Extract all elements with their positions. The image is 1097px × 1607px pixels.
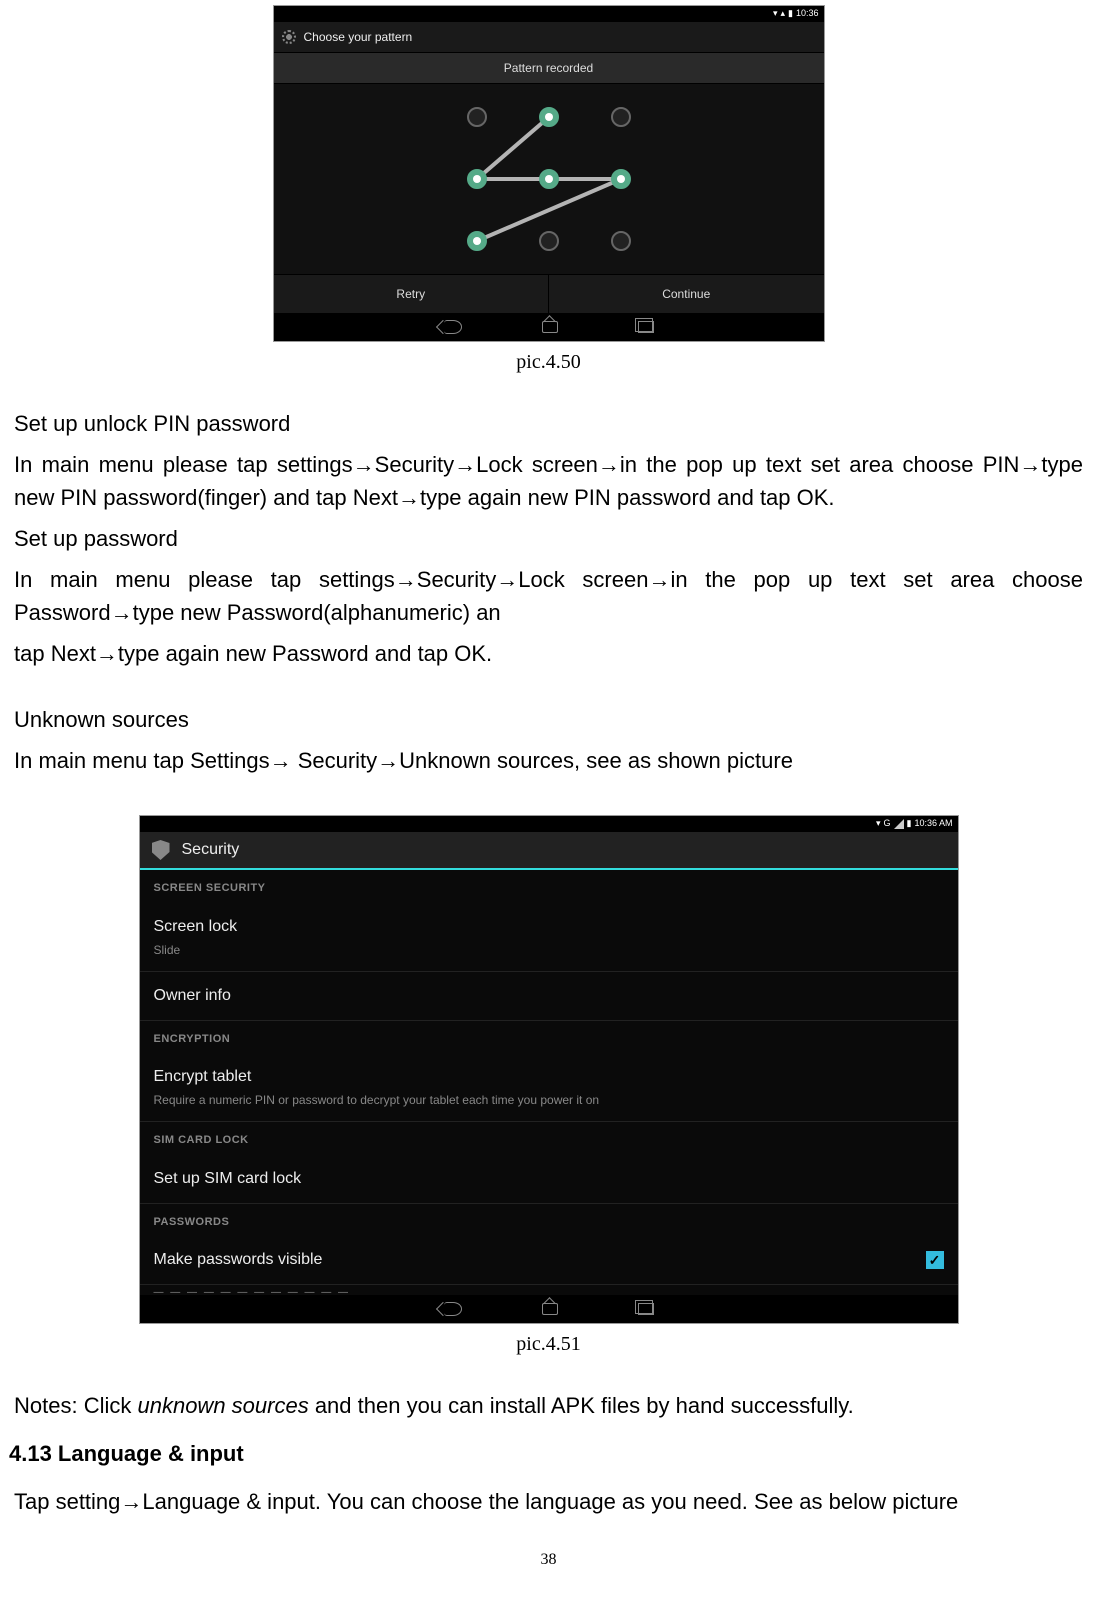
- pattern-lock-screenshot: ▾ ▴ ▮ 10:36 Choose your pattern Pattern …: [273, 5, 825, 342]
- status-time: 10:36: [796, 7, 819, 21]
- pattern-dot[interactable]: [467, 169, 487, 189]
- category-sim-lock: SIM CARD LOCK: [140, 1122, 958, 1155]
- figure-caption: pic.4.50: [14, 347, 1083, 377]
- item-title: Owner info: [154, 984, 944, 1008]
- toast-message: Pattern recorded: [274, 52, 824, 84]
- item-title: Encrypt tablet: [154, 1065, 944, 1089]
- item-subtitle: Slide: [154, 941, 944, 959]
- body-text: In main menu tap Settings→ Security→Unkn…: [14, 744, 1083, 777]
- pattern-dot[interactable]: [467, 231, 487, 251]
- status-time: 10:36 AM: [914, 817, 952, 831]
- wifi-icon: ▾: [876, 817, 881, 831]
- signal-icon: ▴: [780, 7, 785, 21]
- item-subtitle: Require a numeric PIN or password to dec…: [154, 1091, 944, 1109]
- body-text: In main menu please tap settings→Securit…: [14, 563, 1083, 629]
- gear-icon: [282, 30, 296, 44]
- signal-label: G: [884, 817, 891, 831]
- pattern-dot[interactable]: [611, 169, 631, 189]
- title-text: Choose your pattern: [304, 28, 413, 46]
- back-icon[interactable]: [444, 320, 462, 334]
- continue-button[interactable]: Continue: [549, 275, 824, 313]
- category-passwords: PASSWORDS: [140, 1204, 958, 1237]
- body-text: Tap setting→Language & input. You can ch…: [14, 1485, 1083, 1518]
- recent-apps-icon[interactable]: [638, 321, 654, 333]
- shield-icon: [152, 840, 170, 860]
- owner-info-item[interactable]: Owner info: [140, 972, 958, 1021]
- battery-icon: ▮: [788, 7, 793, 21]
- recent-apps-icon[interactable]: [638, 1303, 654, 1315]
- item-title: Make passwords visible: [154, 1248, 323, 1272]
- retry-button[interactable]: Retry: [274, 275, 550, 313]
- notes-text: Notes: Click unknown sources and then yo…: [14, 1389, 1083, 1422]
- passwords-visible-item[interactable]: Make passwords visible ✓: [140, 1236, 958, 1285]
- subheading-pin: Set up unlock PIN password: [14, 407, 1083, 440]
- pattern-dot[interactable]: [611, 107, 631, 127]
- pattern-dot[interactable]: [539, 107, 559, 127]
- home-icon[interactable]: [542, 1303, 558, 1315]
- subheading-password: Set up password: [14, 522, 1083, 555]
- subheading-unknown: Unknown sources: [14, 703, 1083, 736]
- category-screen-security: SCREEN SECURITY: [140, 870, 958, 903]
- status-bar: ▾ ▴ ▮ 10:36: [274, 6, 824, 22]
- pattern-area[interactable]: [274, 84, 824, 274]
- pattern-dot[interactable]: [539, 231, 559, 251]
- battery-icon: ▮: [907, 817, 912, 831]
- sim-card-lock-item[interactable]: Set up SIM card lock: [140, 1155, 958, 1204]
- item-title: Screen lock: [154, 915, 944, 939]
- pattern-dot[interactable]: [611, 231, 631, 251]
- pattern-dot[interactable]: [467, 107, 487, 127]
- category-encryption: ENCRYPTION: [140, 1021, 958, 1054]
- item-title: Set up SIM card lock: [154, 1167, 944, 1191]
- title-bar: Choose your pattern: [274, 22, 824, 52]
- body-text: tap Next→type again new Password and tap…: [14, 637, 1083, 670]
- page-number: 38: [14, 1548, 1083, 1572]
- screen-lock-item[interactable]: Screen lock Slide: [140, 903, 958, 972]
- section-heading: 4.13 Language & input: [9, 1437, 1083, 1470]
- back-icon[interactable]: [444, 1302, 462, 1316]
- status-bar: ▾ G ▮ 10:36 AM: [140, 816, 958, 832]
- navigation-bar: [274, 313, 824, 341]
- security-header: Security: [140, 832, 958, 870]
- body-text: In main menu please tap settings→Securit…: [14, 448, 1083, 514]
- navigation-bar: [140, 1295, 958, 1323]
- home-icon[interactable]: [542, 321, 558, 333]
- truncated-category: — — — — — — — — — — — —: [140, 1285, 958, 1295]
- figure-caption: pic.4.51: [14, 1329, 1083, 1359]
- wifi-icon: ▾: [773, 7, 778, 21]
- encrypt-tablet-item[interactable]: Encrypt tablet Require a numeric PIN or …: [140, 1053, 958, 1122]
- checkbox-checked-icon[interactable]: ✓: [926, 1251, 944, 1269]
- security-settings-screenshot: ▾ G ▮ 10:36 AM Security SCREEN SECURITY …: [139, 815, 959, 1324]
- signal-icon: [894, 819, 904, 829]
- header-title: Security: [182, 838, 240, 862]
- pattern-dot[interactable]: [539, 169, 559, 189]
